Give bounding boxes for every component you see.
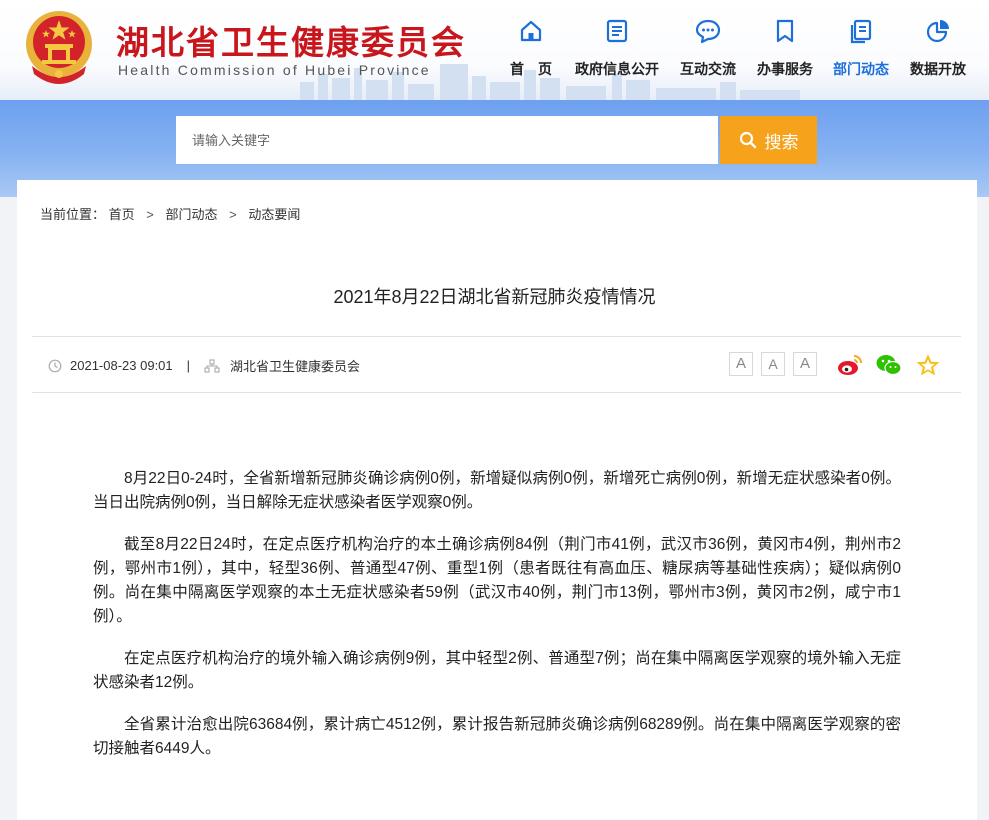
document-list-icon bbox=[606, 19, 628, 43]
article-source: 湖北省卫生健康委员会 bbox=[230, 359, 361, 374]
weibo-icon[interactable] bbox=[836, 352, 864, 378]
breadcrumb-prefix: 当前位置： bbox=[40, 207, 106, 222]
article-paragraph: 8月22日0-24时，全省新增新冠肺炎确诊病例0例，新增疑似病例0例，新增死亡病… bbox=[93, 470, 901, 511]
national-emblem-logo bbox=[26, 11, 92, 84]
meta-divider-line bbox=[32, 392, 961, 393]
home-icon bbox=[520, 20, 542, 42]
wechat-icon[interactable] bbox=[875, 352, 903, 378]
site-subtitle: Health Commission of Hubei Province bbox=[118, 62, 431, 78]
site-title: 湖北省卫生健康委员会 bbox=[116, 23, 466, 62]
nav-item-home[interactable]: 首 页 bbox=[481, 0, 581, 100]
search-input[interactable] bbox=[176, 116, 718, 164]
search-button-label: 搜索 bbox=[764, 132, 799, 152]
article-paragraph: 截至8月22日24时，在定点医疗机构治疗的本土确诊病例84例（荆门市41例，武汉… bbox=[93, 536, 901, 625]
search-button[interactable]: 搜索 bbox=[720, 116, 817, 164]
meta-divider: | bbox=[186, 358, 191, 373]
font-size-increase-button[interactable]: A bbox=[729, 352, 753, 376]
article-paragraph: 全省累计治愈出院63684例，累计病亡4512例，累计报告新冠肺炎确诊病例682… bbox=[93, 716, 901, 757]
article-title: 2021年8月22日湖北省新冠肺炎疫情情况 bbox=[333, 287, 656, 307]
nav-label: 政府信息公开 bbox=[575, 61, 659, 77]
nav-item-open-data[interactable]: 数据开放 bbox=[888, 0, 988, 100]
favorite-star-icon[interactable] bbox=[914, 352, 942, 378]
search-icon bbox=[739, 131, 756, 149]
font-size-decrease-button[interactable]: A bbox=[761, 352, 785, 376]
breadcrumb-item-department-news[interactable]: 部门动态 bbox=[166, 207, 218, 222]
chat-bubble-icon bbox=[695, 19, 721, 44]
breadcrumb: 当前位置： 首页 > 部门动态 > 动态要闻 bbox=[40, 204, 300, 223]
article-meta: 2021-08-23 09:01 | 湖北省卫生健康委员会 bbox=[48, 356, 360, 375]
news-copy-icon bbox=[850, 19, 872, 44]
bookmark-icon bbox=[776, 19, 794, 43]
publish-datetime: 2021-08-23 09:01 bbox=[70, 358, 173, 373]
pie-chart-icon bbox=[926, 20, 949, 43]
org-chart-icon bbox=[204, 358, 220, 373]
breadcrumb-item-news-highlights[interactable]: 动态要闻 bbox=[248, 207, 300, 222]
nav-label: 首 页 bbox=[510, 61, 552, 77]
breadcrumb-item-home[interactable]: 首页 bbox=[109, 207, 135, 222]
article-body: 8月22日0-24时，全省新增新冠肺炎确诊病例0例，新增疑似病例0例，新增死亡病… bbox=[93, 467, 901, 779]
title-divider bbox=[32, 336, 961, 337]
nav-label: 数据开放 bbox=[910, 61, 966, 77]
breadcrumb-separator: > bbox=[146, 207, 154, 222]
font-size-reset-button[interactable]: A bbox=[793, 352, 817, 376]
clock-icon bbox=[48, 359, 62, 372]
nav-item-gov-info[interactable]: 政府信息公开 bbox=[567, 0, 667, 100]
article-paragraph: 在定点医疗机构治疗的境外输入确诊病例9例，其中轻型2例、普通型7例；尚在集中隔离… bbox=[93, 650, 901, 691]
site-header: 湖北省卫生健康委员会 Health Commission of Hubei Pr… bbox=[0, 0, 989, 100]
breadcrumb-separator: > bbox=[229, 207, 237, 222]
